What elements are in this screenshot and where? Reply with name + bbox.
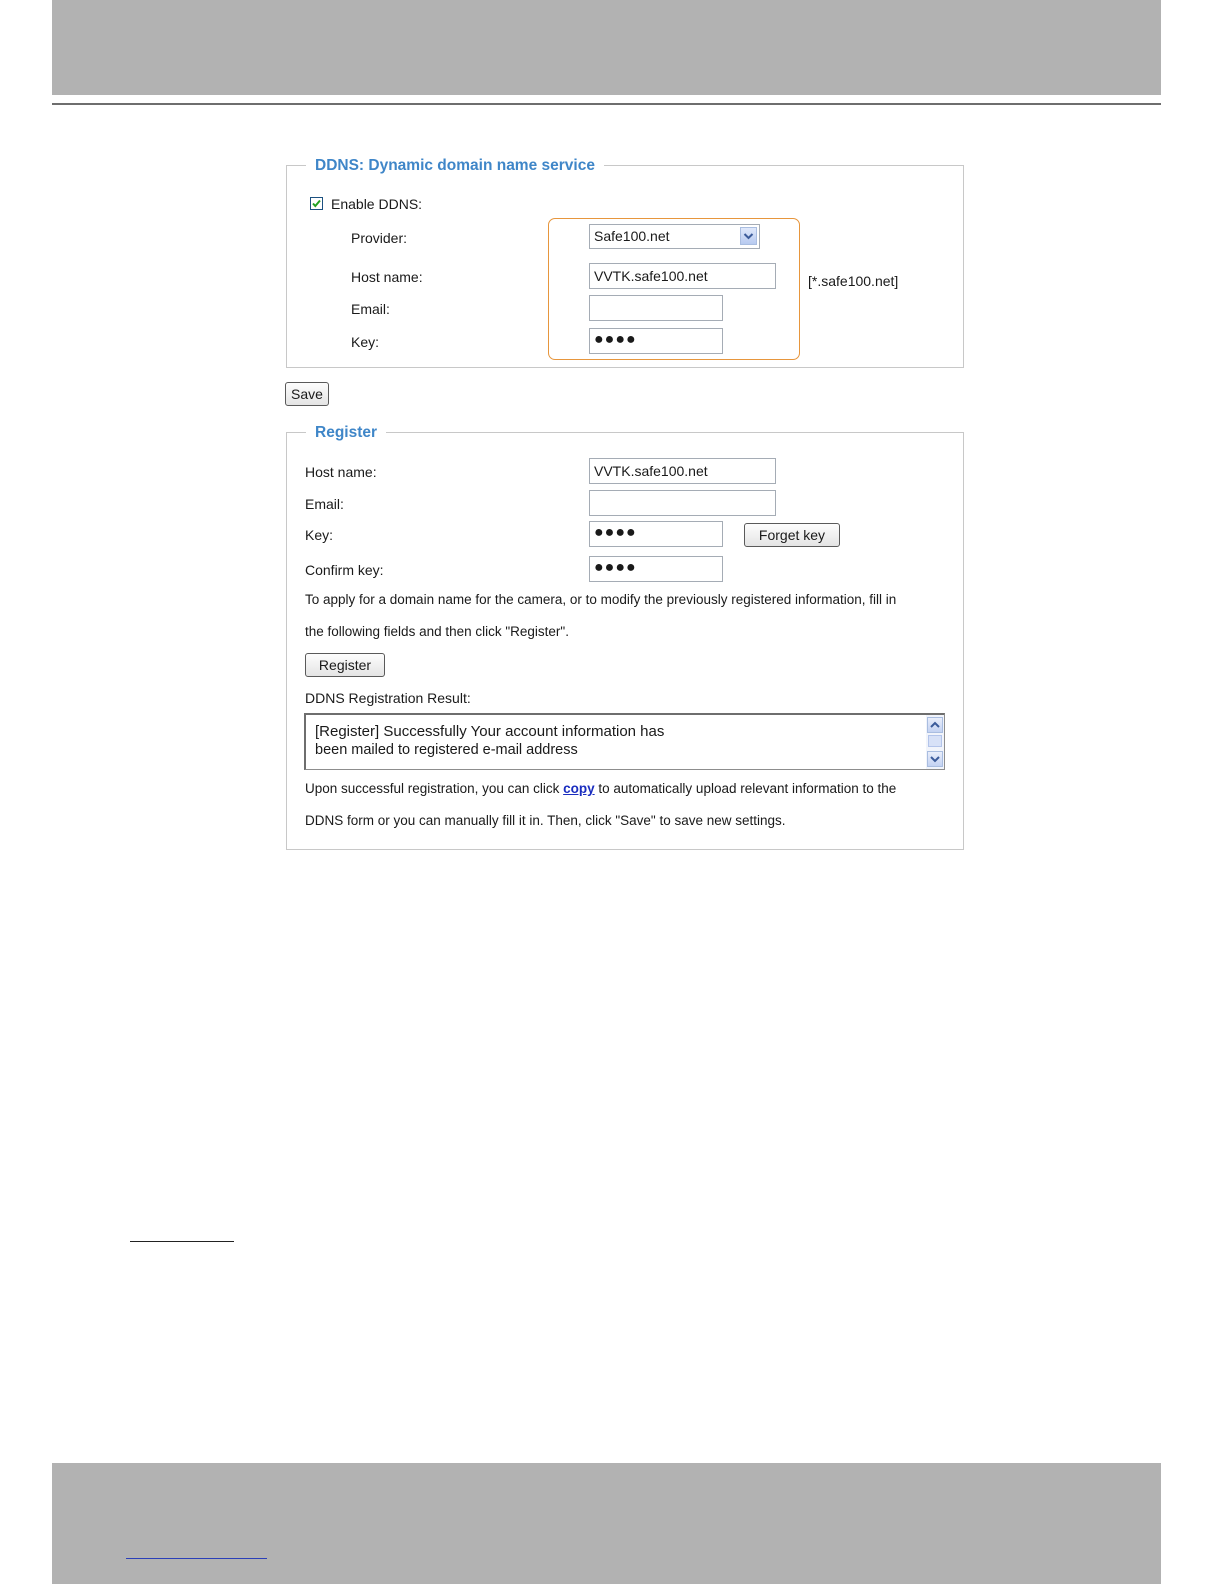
register-host-name-label: Host name: [305, 464, 377, 480]
copy-note-after: to automatically upload relevant informa… [594, 781, 897, 796]
register-legend: Register [306, 423, 387, 443]
host-name-hint: [*.safe100.net] [808, 273, 899, 289]
header-band [52, 0, 1161, 95]
register-key-input[interactable]: ●●●● [589, 521, 723, 547]
provider-dropdown-button[interactable] [740, 227, 757, 245]
register-instruction-line1: To apply for a domain name for the camer… [305, 592, 897, 607]
register-key-label: Key: [305, 527, 334, 543]
confirm-key-input[interactable]: ●●●● [589, 556, 723, 582]
scroll-thumb[interactable] [928, 735, 942, 747]
chevron-up-icon [930, 721, 940, 728]
footer-band [52, 1463, 1161, 1584]
host-name-input[interactable]: VVTK.safe100.net [589, 263, 776, 289]
register-host-name-input[interactable]: VVTK.safe100.net [589, 458, 776, 484]
register-button[interactable]: Register [305, 653, 385, 677]
confirm-key-label: Confirm key: [305, 562, 384, 578]
footnote-rule [130, 1241, 234, 1242]
result-scrollbar[interactable] [926, 715, 944, 769]
copy-note-line1: Upon successful registration, you can cl… [305, 780, 896, 798]
provider-value: Safe100.net [594, 228, 670, 244]
registration-result-line2: been mailed to registered e-mail address [315, 742, 578, 758]
register-instruction-line2: the following fields and then click "Reg… [305, 624, 569, 639]
host-name-label: Host name: [351, 269, 423, 285]
scroll-up-button[interactable] [927, 717, 943, 733]
registration-result-line1: [Register] Successfully Your account inf… [315, 723, 665, 740]
registration-result-textarea[interactable]: [Register] Successfully Your account inf… [304, 713, 945, 770]
save-button[interactable]: Save [285, 382, 329, 406]
copy-note-line2: DDNS form or you can manually fill it in… [305, 813, 786, 828]
check-icon [312, 199, 321, 208]
provider-label: Provider: [351, 230, 408, 246]
key-label: Key: [351, 334, 380, 350]
chevron-down-icon [743, 233, 754, 240]
key-input[interactable]: ●●●● [589, 328, 723, 354]
footer-link-underline [126, 1558, 267, 1559]
ddns-legend: DDNS: Dynamic domain name service [306, 156, 604, 176]
copy-note-before: Upon successful registration, you can cl… [305, 781, 564, 796]
register-email-input[interactable] [589, 490, 776, 516]
enable-ddns-checkbox[interactable] [310, 197, 323, 210]
register-email-label: Email: [305, 496, 344, 512]
header-rule [52, 103, 1161, 105]
email-input[interactable] [589, 295, 723, 321]
copy-link[interactable]: copy [563, 781, 595, 796]
email-label: Email: [351, 301, 390, 317]
provider-select[interactable]: Safe100.net [589, 224, 760, 249]
forget-key-button[interactable]: Forget key [744, 523, 840, 547]
chevron-down-icon [930, 756, 940, 763]
scroll-down-button[interactable] [927, 751, 943, 767]
registration-result-label: DDNS Registration Result: [305, 690, 471, 706]
enable-ddns-label: Enable DDNS: [331, 196, 423, 212]
